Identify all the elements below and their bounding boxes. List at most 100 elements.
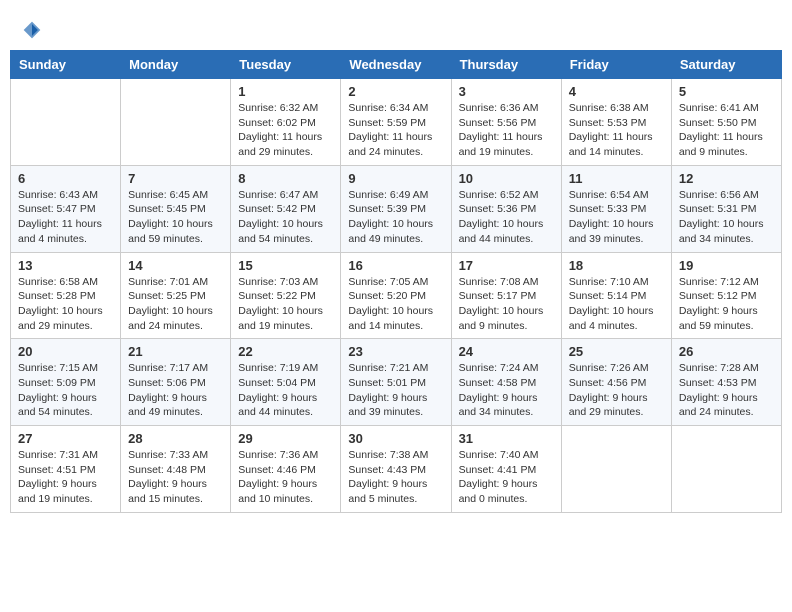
cell-content-line: Daylight: 9 hours and 15 minutes. xyxy=(128,477,223,506)
calendar-cell: 29Sunrise: 7:36 AMSunset: 4:46 PMDayligh… xyxy=(231,426,341,513)
cell-content-line: Sunrise: 7:40 AM xyxy=(459,448,554,463)
day-number: 2 xyxy=(348,84,443,99)
cell-content-line: Daylight: 9 hours and 49 minutes. xyxy=(128,391,223,420)
day-number: 23 xyxy=(348,344,443,359)
calendar-cell: 30 Sunrise: 7:38 AMSunset: 4:43 PMDayligh… xyxy=(341,426,451,513)
cell-content-line: Daylight: 11 hours and 4 minutes. xyxy=(18,217,113,246)
cell-content-line: Sunset: 5:53 PM xyxy=(569,116,664,131)
cell-content-line: Sunrise: 7:26 AM xyxy=(569,361,664,376)
day-number: 6 xyxy=(18,171,113,186)
calendar-cell: 28 Sunrise: 7:33 AMSunset: 4:48 PMDayligh… xyxy=(121,426,231,513)
cell-content-line: Sunrise: 7:38 AM xyxy=(348,448,443,463)
day-number: 28 xyxy=(128,431,223,446)
cell-content-line: Sunrise: 6:52 AM xyxy=(459,188,554,203)
cell-content-line: Sunset: 4:43 PM xyxy=(348,463,443,478)
weekday-header-saturday: Saturday xyxy=(671,51,781,79)
cell-content-line: Daylight: 10 hours and 34 minutes. xyxy=(679,217,774,246)
cell-content-line: Sunset: 5:42 PM xyxy=(238,202,333,217)
day-number: 14 xyxy=(128,258,223,273)
page-header xyxy=(10,10,782,45)
day-number: 31 xyxy=(459,431,554,446)
day-number: 13 xyxy=(18,258,113,273)
calendar-cell: 17Sunrise: 7:08 AMSunset: 5:17 PMDayligh… xyxy=(451,252,561,339)
cell-content-line: Sunrise: 7:19 AM xyxy=(238,361,333,376)
cell-content-line: Daylight: 9 hours and 54 minutes. xyxy=(18,391,113,420)
calendar-header-row: SundayMondayTuesdayWednesdayThursdayFrid… xyxy=(11,51,782,79)
cell-content-line: Daylight: 9 hours and 5 minutes. xyxy=(348,477,443,506)
cell-content-line: Daylight: 11 hours and 29 minutes. xyxy=(238,130,333,159)
day-number: 7 xyxy=(128,171,223,186)
calendar-week-3: 13Sunrise: 6:58 AMSunset: 5:28 PMDayligh… xyxy=(11,252,782,339)
cell-content-line: Sunrise: 6:32 AM xyxy=(238,101,333,116)
calendar-cell: 16Sunrise: 7:05 AMSunset: 5:20 PMDayligh… xyxy=(341,252,451,339)
cell-content-line: Daylight: 9 hours and 0 minutes. xyxy=(459,477,554,506)
calendar-cell: 24Sunrise: 7:24 AMSunset: 4:58 PMDayligh… xyxy=(451,339,561,426)
cell-content-line: Sunset: 4:46 PM xyxy=(238,463,333,478)
calendar-cell: 27Sunrise: 7:31 AMSunset: 4:51 PMDayligh… xyxy=(11,426,121,513)
cell-content-line: Sunrise: 6:34 AM xyxy=(348,101,443,116)
cell-content-line: Sunrise: 7:15 AM xyxy=(18,361,113,376)
weekday-header-sunday: Sunday xyxy=(11,51,121,79)
cell-content-line: Sunrise: 7:03 AM xyxy=(238,275,333,290)
logo xyxy=(20,20,42,40)
day-number: 30 xyxy=(348,431,443,446)
day-number: 15 xyxy=(238,258,333,273)
cell-content-line: Sunset: 4:51 PM xyxy=(18,463,113,478)
cell-content-line: Sunset: 5:14 PM xyxy=(569,289,664,304)
cell-content-line: Daylight: 10 hours and 9 minutes. xyxy=(459,304,554,333)
calendar-cell: 4Sunrise: 6:38 AMSunset: 5:53 PMDaylight… xyxy=(561,79,671,166)
cell-content-line: Sunrise: 7:21 AM xyxy=(348,361,443,376)
cell-content-line: Daylight: 11 hours and 14 minutes. xyxy=(569,130,664,159)
cell-content-line: Sunrise: 6:54 AM xyxy=(569,188,664,203)
calendar-body: 1Sunrise: 6:32 AMSunset: 6:02 PMDaylight… xyxy=(11,79,782,513)
calendar-cell: 3Sunrise: 6:36 AMSunset: 5:56 PMDaylight… xyxy=(451,79,561,166)
calendar-week-1: 1Sunrise: 6:32 AMSunset: 6:02 PMDaylight… xyxy=(11,79,782,166)
cell-content-line: Sunset: 5:20 PM xyxy=(348,289,443,304)
cell-content-line: Sunrise: 6:58 AM xyxy=(18,275,113,290)
cell-content-line: Sunset: 5:39 PM xyxy=(348,202,443,217)
cell-content-line: Sunrise: 7:10 AM xyxy=(569,275,664,290)
cell-content-line: Sunrise: 7:01 AM xyxy=(128,275,223,290)
calendar-cell xyxy=(11,79,121,166)
day-number: 29 xyxy=(238,431,333,446)
day-number: 4 xyxy=(569,84,664,99)
cell-content-line: Sunset: 5:12 PM xyxy=(679,289,774,304)
cell-content-line: Sunrise: 7:24 AM xyxy=(459,361,554,376)
cell-content-line: Daylight: 10 hours and 29 minutes. xyxy=(18,304,113,333)
cell-content-line: Daylight: 9 hours and 29 minutes. xyxy=(569,391,664,420)
calendar-cell: 15Sunrise: 7:03 AMSunset: 5:22 PMDayligh… xyxy=(231,252,341,339)
cell-content-line: Sunset: 5:09 PM xyxy=(18,376,113,391)
cell-content-line: Sunrise: 6:36 AM xyxy=(459,101,554,116)
calendar-cell: 1Sunrise: 6:32 AMSunset: 6:02 PMDaylight… xyxy=(231,79,341,166)
cell-content-line: Sunset: 5:04 PM xyxy=(238,376,333,391)
cell-content-line: Sunset: 5:06 PM xyxy=(128,376,223,391)
cell-content-line: Daylight: 9 hours and 39 minutes. xyxy=(348,391,443,420)
cell-content-line: Sunrise: 7:08 AM xyxy=(459,275,554,290)
cell-content-line: Sunset: 4:58 PM xyxy=(459,376,554,391)
cell-content-line: Sunrise: 6:45 AM xyxy=(128,188,223,203)
cell-content-line: Sunrise: 7:33 AM xyxy=(128,448,223,463)
calendar-cell xyxy=(121,79,231,166)
weekday-header-thursday: Thursday xyxy=(451,51,561,79)
cell-content-line: Daylight: 9 hours and 59 minutes. xyxy=(679,304,774,333)
calendar-cell: 23Sunrise: 7:21 AMSunset: 5:01 PMDayligh… xyxy=(341,339,451,426)
cell-content-line: Daylight: 9 hours and 44 minutes. xyxy=(238,391,333,420)
cell-content-line: Sunset: 5:31 PM xyxy=(679,202,774,217)
day-number: 20 xyxy=(18,344,113,359)
calendar-cell: 20 Sunrise: 7:15 AMSunset: 5:09 PMDayligh… xyxy=(11,339,121,426)
cell-content-line: Sunset: 4:41 PM xyxy=(459,463,554,478)
cell-content-line: Sunset: 4:48 PM xyxy=(128,463,223,478)
day-number: 8 xyxy=(238,171,333,186)
calendar-cell xyxy=(671,426,781,513)
calendar-cell: 6Sunrise: 6:43 AMSunset: 5:47 PMDaylight… xyxy=(11,165,121,252)
calendar-cell: 13Sunrise: 6:58 AMSunset: 5:28 PMDayligh… xyxy=(11,252,121,339)
calendar-cell: 31 Sunrise: 7:40 AMSunset: 4:41 PMDayligh… xyxy=(451,426,561,513)
cell-content-line: Sunrise: 6:56 AM xyxy=(679,188,774,203)
cell-content-line: Sunrise: 6:47 AM xyxy=(238,188,333,203)
cell-content-line: Sunset: 5:25 PM xyxy=(128,289,223,304)
day-number: 17 xyxy=(459,258,554,273)
cell-content-line: Sunset: 4:53 PM xyxy=(679,376,774,391)
cell-content-line: Sunrise: 7:28 AM xyxy=(679,361,774,376)
calendar-table: SundayMondayTuesdayWednesdayThursdayFrid… xyxy=(10,50,782,513)
cell-content-line: Sunrise: 6:43 AM xyxy=(18,188,113,203)
